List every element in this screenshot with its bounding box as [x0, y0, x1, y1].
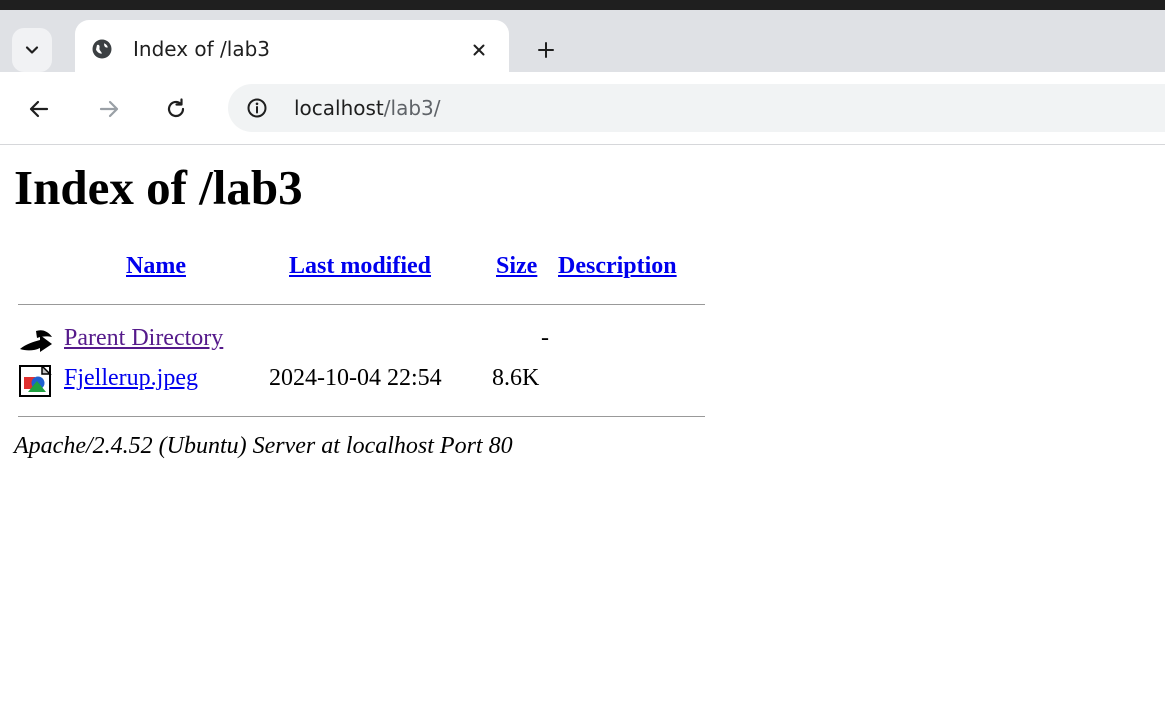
- address-bar[interactable]: localhost/lab3/: [228, 84, 1165, 132]
- page-title: Index of /lab3: [14, 160, 303, 215]
- url-text[interactable]: localhost/lab3/: [294, 96, 441, 120]
- tab-title: Index of /lab3: [133, 37, 271, 61]
- image-file-icon: [19, 365, 52, 397]
- new-tab-button[interactable]: [530, 34, 562, 66]
- header-divider: [18, 304, 705, 305]
- file-link-fjellerup[interactable]: Fjellerup.jpeg: [64, 365, 198, 392]
- column-header-name[interactable]: Name: [126, 253, 186, 280]
- parent-directory-link[interactable]: Parent Directory: [64, 325, 223, 352]
- globe-icon: [92, 39, 112, 59]
- chevron-down-icon: [25, 46, 39, 54]
- reload-button[interactable]: [161, 94, 191, 124]
- footer-divider: [18, 416, 705, 417]
- file-size: 8.6K: [492, 365, 540, 391]
- back-folder-icon: [20, 330, 52, 352]
- parent-directory-size: -: [541, 325, 549, 351]
- url-host: localhost: [294, 96, 384, 120]
- file-last-modified: 2024-10-04 22:54: [269, 365, 442, 391]
- column-header-size[interactable]: Size: [496, 253, 537, 280]
- tab-strip: Index of /lab3: [0, 10, 1165, 82]
- reload-icon: [167, 98, 185, 118]
- tab-search-button[interactable]: [12, 28, 52, 72]
- info-icon[interactable]: [246, 97, 268, 119]
- close-icon: [473, 44, 485, 56]
- column-header-description[interactable]: Description: [558, 253, 677, 280]
- forward-arrow-icon: [99, 100, 119, 118]
- column-header-last-modified[interactable]: Last modified: [289, 253, 431, 280]
- back-button[interactable]: [24, 94, 54, 124]
- back-arrow-icon: [29, 100, 49, 118]
- plus-icon: [538, 42, 554, 58]
- server-signature: Apache/2.4.52 (Ubuntu) Server at localho…: [14, 433, 513, 459]
- url-path: /lab3/: [383, 96, 441, 120]
- window-top-strip: [0, 0, 1165, 10]
- close-tab-button[interactable]: [467, 38, 491, 62]
- page-content: Index of /lab3 Name Last modified Size D…: [0, 145, 1165, 709]
- forward-button[interactable]: [94, 94, 124, 124]
- browser-toolbar: localhost/lab3/: [0, 72, 1165, 145]
